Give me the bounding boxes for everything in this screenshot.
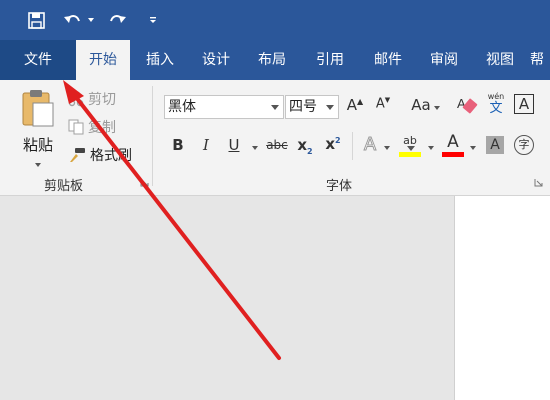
italic-icon[interactable]: I bbox=[198, 136, 214, 154]
shrink-font-icon[interactable]: A▼ bbox=[373, 96, 393, 111]
document-page[interactable] bbox=[454, 196, 550, 400]
font-color-icon[interactable]: A bbox=[442, 132, 464, 158]
group-separator bbox=[152, 86, 153, 186]
font-launcher-icon[interactable] bbox=[534, 178, 543, 187]
clipboard-group-label: 剪贴板 bbox=[44, 179, 84, 194]
font-name-combo[interactable]: 黑体 bbox=[164, 95, 284, 119]
font-color-bar bbox=[442, 152, 464, 157]
format-painter-icon bbox=[70, 148, 85, 162]
phonetic-bottom-label: 文 bbox=[489, 101, 503, 116]
underline-dropdown-icon[interactable] bbox=[252, 146, 258, 150]
copy-button[interactable]: 复制 bbox=[68, 117, 116, 137]
tab-references[interactable]: 引用 bbox=[304, 40, 356, 80]
format-painter-label: 格式刷 bbox=[90, 148, 132, 164]
undo-icon[interactable] bbox=[62, 8, 84, 32]
font-size-dropdown-icon[interactable] bbox=[326, 105, 334, 110]
redo-icon[interactable] bbox=[106, 8, 128, 32]
enclose-characters-icon[interactable]: 字 bbox=[514, 135, 534, 155]
save-icon[interactable] bbox=[26, 8, 46, 32]
tab-view[interactable]: 视图 bbox=[474, 40, 526, 80]
font-size-combo[interactable]: 四号 bbox=[285, 95, 339, 119]
character-shading-icon[interactable]: A bbox=[486, 136, 504, 154]
font-size-value: 四号 bbox=[289, 99, 317, 115]
tab-review[interactable]: 审阅 bbox=[418, 40, 470, 80]
highlight-icon[interactable]: ab bbox=[399, 134, 421, 158]
copy-icon bbox=[68, 119, 84, 135]
paste-icon bbox=[22, 90, 54, 127]
group-inner-separator bbox=[352, 132, 353, 160]
clipboard-launcher-icon[interactable] bbox=[140, 178, 149, 187]
tab-help[interactable]: 帮 bbox=[530, 40, 550, 80]
customize-icon[interactable] bbox=[146, 8, 160, 32]
copy-label: 复制 bbox=[88, 120, 116, 136]
text-effects-dropdown-icon[interactable] bbox=[384, 146, 390, 150]
clear-formatting-icon[interactable]: A bbox=[456, 94, 478, 116]
tab-file[interactable]: 文件 bbox=[0, 40, 76, 80]
ribbon: 粘贴 剪切 复制 格式刷 剪贴板 黑体 四号 A▲ A▼ Aa A wén 文 … bbox=[0, 80, 550, 196]
cut-label: 剪切 bbox=[88, 92, 116, 108]
change-case-dropdown-icon[interactable] bbox=[434, 106, 440, 110]
strikethrough-icon[interactable]: abc bbox=[264, 138, 290, 152]
phonetic-guide-icon[interactable]: wén 文 bbox=[486, 92, 506, 116]
superscript-icon[interactable]: x2 bbox=[324, 135, 342, 153]
character-border-icon[interactable]: A bbox=[514, 94, 534, 114]
change-case-icon[interactable]: Aa bbox=[408, 96, 434, 114]
paste-dropdown-icon[interactable] bbox=[35, 163, 41, 167]
phonetic-top-label: wén bbox=[487, 92, 505, 101]
subscript-icon[interactable]: x2 bbox=[296, 136, 314, 156]
font-group-label: 字体 bbox=[326, 179, 353, 194]
tab-design[interactable]: 设计 bbox=[190, 40, 242, 80]
paste-button[interactable]: 粘贴 bbox=[18, 88, 58, 168]
underline-icon[interactable]: U bbox=[226, 136, 242, 154]
text-effects-icon[interactable]: A bbox=[360, 134, 380, 156]
grow-font-icon[interactable]: A▲ bbox=[346, 96, 364, 114]
font-name-dropdown-icon[interactable] bbox=[271, 105, 279, 110]
tab-mailings[interactable]: 邮件 bbox=[362, 40, 414, 80]
format-painter-button[interactable]: 格式刷 bbox=[68, 145, 132, 165]
tab-layout[interactable]: 布局 bbox=[246, 40, 298, 80]
ribbon-tabs: 文件 开始 插入 设计 布局 引用 邮件 审阅 视图 帮 bbox=[0, 40, 550, 80]
font-name-value: 黑体 bbox=[168, 99, 196, 115]
highlight-dropdown-icon[interactable] bbox=[428, 146, 434, 150]
paste-label: 粘贴 bbox=[22, 136, 53, 154]
highlight-color-bar bbox=[399, 152, 421, 157]
tab-insert[interactable]: 插入 bbox=[134, 40, 186, 80]
tab-home[interactable]: 开始 bbox=[76, 40, 130, 80]
scissors-icon bbox=[68, 91, 84, 107]
font-color-dropdown-icon[interactable] bbox=[470, 146, 476, 150]
cut-button[interactable]: 剪切 bbox=[68, 89, 116, 109]
quick-access-toolbar bbox=[0, 0, 550, 40]
undo-dropdown-icon[interactable] bbox=[86, 8, 96, 32]
bold-icon[interactable]: B bbox=[170, 136, 186, 154]
